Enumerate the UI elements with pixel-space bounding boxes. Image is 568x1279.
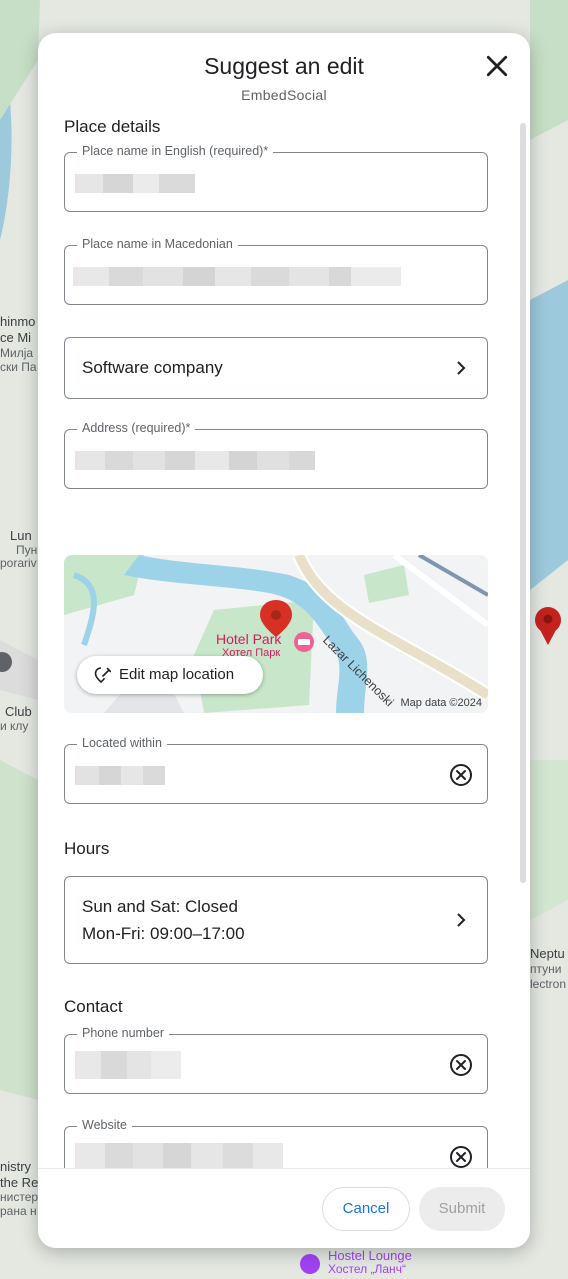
- dialog-title: Suggest an edit: [204, 53, 364, 79]
- place-name-english-field[interactable]: Place name in English (required)*: [64, 144, 488, 212]
- phone-number-field[interactable]: Phone number: [64, 1026, 488, 1094]
- hours-selector[interactable]: Sun and Sat: Closed Mon-Fri: 09:00–17:00: [64, 876, 488, 964]
- section-contact: Contact: [64, 997, 123, 1016]
- category-value: Software company: [82, 358, 223, 377]
- phone-number-label: Phone number: [77, 1026, 170, 1040]
- map-label: Hostel Lounge: [328, 1248, 412, 1263]
- map-label: the Re: [0, 1175, 39, 1190]
- located-within-field[interactable]: Located within: [64, 736, 488, 804]
- map-attribution: Map data ©2024: [400, 697, 483, 709]
- close-icon[interactable]: [482, 51, 512, 81]
- map-label: nistry: [0, 1159, 32, 1174]
- address-label: Address (required)*: [77, 421, 196, 435]
- clear-circle-icon[interactable]: [449, 763, 473, 787]
- place-name-macedonian-field[interactable]: Place name in Macedonian: [64, 237, 488, 305]
- clear-circle-icon[interactable]: [449, 1053, 473, 1077]
- place-name-macedonian-label: Place name in Macedonian: [77, 237, 238, 251]
- map-label: Милја: [0, 346, 34, 360]
- chevron-right-icon: [457, 913, 466, 927]
- redacted-value: [75, 766, 165, 785]
- map-label: Пун: [16, 543, 38, 557]
- edit-map-location-button[interactable]: Edit map location: [77, 656, 263, 694]
- map-label: Lun: [10, 528, 32, 543]
- hours-line-weekend: Sun and Sat: Closed: [82, 897, 238, 916]
- dialog-subtitle: EmbedSocial: [241, 87, 327, 103]
- cancel-button[interactable]: Cancel: [322, 1187, 410, 1231]
- located-within-label: Located within: [77, 736, 167, 750]
- map-label: Neptu: [530, 946, 565, 961]
- edit-map-location-label: Edit map location: [119, 666, 235, 683]
- website-label: Website: [77, 1118, 132, 1132]
- map-label: hinmo: [0, 314, 36, 329]
- dialog-footer: Cancel Submit: [38, 1168, 530, 1248]
- map-label: нистер: [0, 1190, 39, 1204]
- map-label: lectron: [530, 977, 567, 991]
- redacted-value: [75, 1051, 181, 1079]
- map-label: ce Mi: [0, 330, 32, 345]
- scrollbar[interactable]: [520, 123, 526, 883]
- suggest-edit-dialog: Suggest an edit EmbedSocial Place detail…: [38, 33, 530, 1248]
- map-label: рана н: [0, 1204, 37, 1218]
- address-field[interactable]: Address (required)*: [64, 421, 488, 489]
- submit-button: Submit: [419, 1187, 505, 1231]
- dialog-header: Suggest an edit EmbedSocial: [38, 33, 530, 115]
- redacted-value: [75, 451, 315, 470]
- clear-circle-icon[interactable]: [449, 1145, 473, 1168]
- form-scroll-area[interactable]: Place details Place name in English (req…: [38, 115, 530, 1168]
- redacted-value: [73, 267, 401, 286]
- map-label: Club: [5, 704, 32, 719]
- hours-line-weekdays: Mon-Fri: 09:00–17:00: [82, 924, 245, 943]
- pin-edit-icon: [94, 667, 111, 684]
- redacted-value: [75, 1143, 283, 1168]
- map-label: ски Па: [0, 360, 37, 374]
- map-preview[interactable]: Hotel Park Хотел Парк Lazar Lichenoski M…: [64, 555, 488, 713]
- section-hours: Hours: [64, 839, 110, 858]
- map-label: Хостел „Ланч“: [328, 1262, 406, 1276]
- website-field[interactable]: Website: [64, 1118, 488, 1168]
- map-place-label: Hotel Park: [216, 631, 282, 647]
- chevron-right-icon: [457, 361, 466, 375]
- map-label: птуни: [530, 962, 562, 976]
- place-name-english-label: Place name in English (required)*: [77, 144, 274, 158]
- category-selector[interactable]: Software company: [64, 337, 488, 399]
- redacted-value: [75, 174, 195, 193]
- map-label: porariv: [0, 556, 37, 570]
- section-place-details: Place details: [64, 117, 161, 136]
- map-label: и клу: [0, 719, 29, 733]
